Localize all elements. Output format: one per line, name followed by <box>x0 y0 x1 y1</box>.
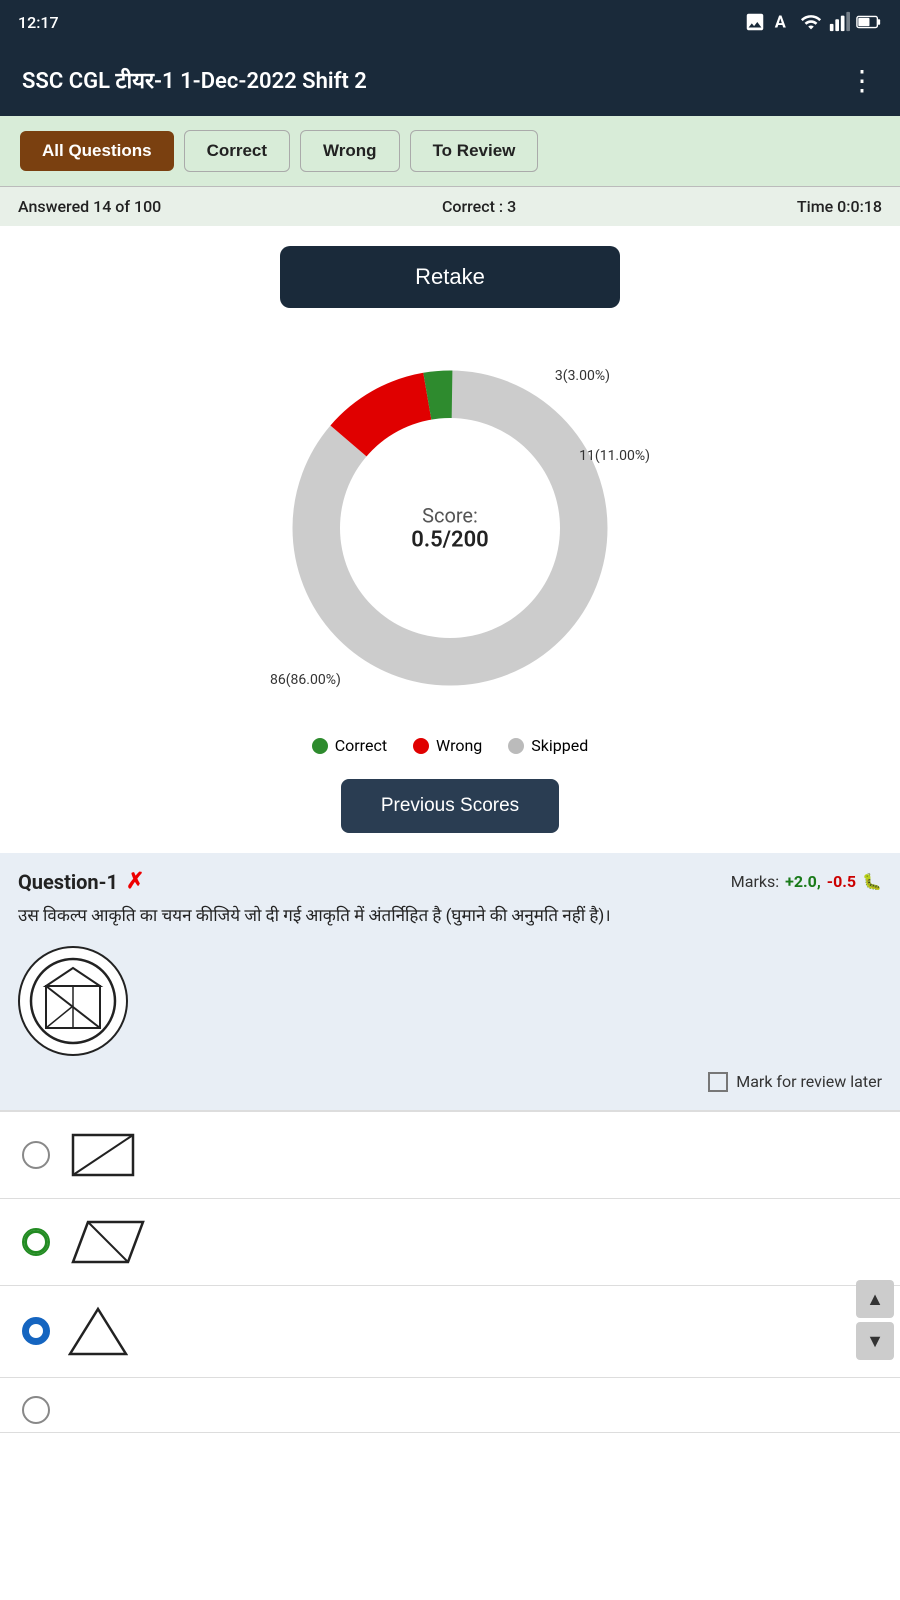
option-row-3[interactable] <box>0 1286 900 1378</box>
scroll-arrows: ▲ ▼ <box>856 1280 894 1360</box>
scroll-up-arrow[interactable]: ▲ <box>856 1280 894 1318</box>
question-section: Question-1 ✗ Marks: +2.0, -0.5 🐛 उस विकल… <box>0 853 900 1110</box>
chart-score-text: Score: <box>411 504 488 528</box>
marks-negative: -0.5 <box>827 872 856 891</box>
chart-skipped-annotation: 86(86.00%) <box>270 672 341 688</box>
correct-stat: Correct : 3 <box>442 197 516 216</box>
time-stat: Time 0:0:18 <box>797 197 882 216</box>
legend-skipped-label: Skipped <box>531 736 588 755</box>
marks-info: Marks: +2.0, -0.5 🐛 <box>731 872 882 891</box>
previous-scores-button[interactable]: Previous Scores <box>341 779 559 833</box>
bug-icon[interactable]: 🐛 <box>862 872 882 891</box>
stats-row: Answered 14 of 100 Correct : 3 Time 0:0:… <box>0 187 900 226</box>
svg-text:A: A <box>775 14 787 33</box>
tab-to-review[interactable]: To Review <box>410 130 539 172</box>
legend-wrong-label: Wrong <box>436 736 482 755</box>
legend-skipped-dot <box>508 738 524 754</box>
answered-stat: Answered 14 of 100 <box>18 197 161 216</box>
chart-wrong-annotation: 11(11.00%) <box>579 448 650 464</box>
review-row: Mark for review later <box>18 1072 882 1092</box>
option-icon-3 <box>68 1304 128 1359</box>
legend-wrong-dot <box>413 738 429 754</box>
question-text: उस विकल्प आकृति का चयन कीजिये जो दी गई आ… <box>18 904 882 930</box>
chart-center-label: Score: 0.5/200 <box>411 504 488 553</box>
wifi-icon <box>800 11 822 33</box>
status-icons: A <box>744 11 882 33</box>
option-figure-2-svg <box>68 1217 148 1267</box>
signal-icon <box>828 11 850 33</box>
question-wrong-icon: ✗ <box>126 869 144 894</box>
question-header: Question-1 ✗ Marks: +2.0, -0.5 🐛 <box>18 869 882 894</box>
tab-all-questions[interactable]: All Questions <box>20 131 174 171</box>
option-figure-3-svg <box>68 1304 128 1359</box>
donut-chart-wrapper: Score: 0.5/200 3(3.00%) 11(11.00%) 86(86… <box>260 338 640 718</box>
retake-button[interactable]: Retake <box>280 246 620 308</box>
menu-icon[interactable]: ⋮ <box>848 64 878 97</box>
app-bar: SSC CGL टीयर-1 1-Dec-2022 Shift 2 ⋮ <box>0 44 900 116</box>
option-icon-1 <box>68 1130 138 1180</box>
status-bar: 12:17 A <box>0 0 900 44</box>
app-bar-title: SSC CGL टीयर-1 1-Dec-2022 Shift 2 <box>22 65 367 95</box>
tab-correct[interactable]: Correct <box>184 130 290 172</box>
legend-skipped: Skipped <box>508 736 588 755</box>
option-radio-2[interactable] <box>22 1228 50 1256</box>
legend-correct-dot <box>312 738 328 754</box>
option-radio-3[interactable] <box>22 1317 50 1345</box>
marks-positive: +2.0, <box>785 872 821 891</box>
review-label: Mark for review later <box>736 1072 882 1091</box>
option-row-2[interactable] <box>0 1199 900 1286</box>
chart-score-value: 0.5/200 <box>411 528 488 553</box>
legend-correct-label: Correct <box>335 736 387 755</box>
option-radio-4[interactable] <box>22 1396 50 1424</box>
legend-wrong: Wrong <box>413 736 482 755</box>
status-time: 12:17 <box>18 13 59 32</box>
marks-label: Marks: <box>731 872 779 891</box>
a-icon: A <box>772 11 794 33</box>
chart-legend: Correct Wrong Skipped <box>312 736 589 755</box>
option-icon-2 <box>68 1217 148 1267</box>
review-checkbox[interactable] <box>708 1072 728 1092</box>
option-row-1[interactable] <box>0 1112 900 1199</box>
tab-wrong[interactable]: Wrong <box>300 130 400 172</box>
battery-icon <box>856 11 882 33</box>
question-id: Question-1 <box>18 870 118 894</box>
option-row-4[interactable] <box>0 1378 900 1433</box>
question-figure-svg <box>28 956 118 1046</box>
answer-options <box>0 1112 900 1433</box>
main-content: Retake Score: 0.5/200 3(3.00%) 11(11.00%… <box>0 226 900 853</box>
option-figure-1-svg <box>68 1130 138 1180</box>
option-radio-1[interactable] <box>22 1141 50 1169</box>
scroll-down-arrow[interactable]: ▼ <box>856 1322 894 1360</box>
legend-correct: Correct <box>312 736 387 755</box>
photo-icon <box>744 11 766 33</box>
question-image <box>18 946 128 1056</box>
question-title: Question-1 ✗ <box>18 869 144 894</box>
chart-correct-annotation: 3(3.00%) <box>555 368 610 384</box>
tab-bar: All Questions Correct Wrong To Review <box>0 116 900 187</box>
